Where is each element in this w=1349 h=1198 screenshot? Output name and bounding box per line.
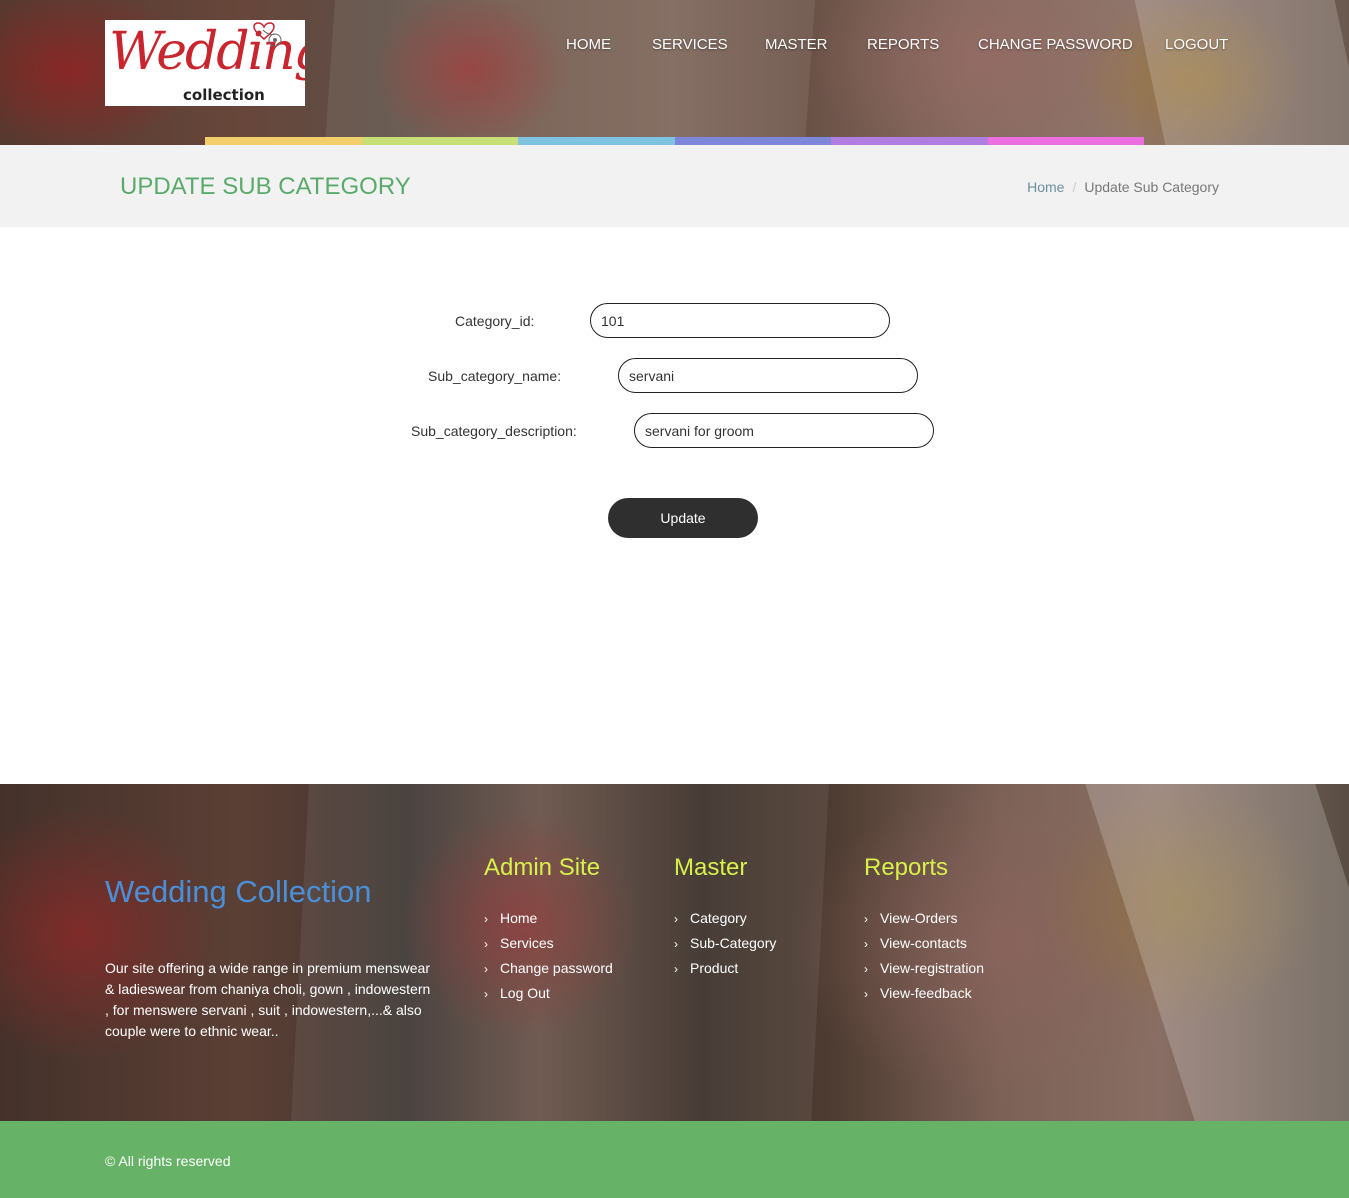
color-segment: [518, 137, 675, 145]
copyright-text: © All rights reserved: [105, 1153, 231, 1169]
footer-master-heading: Master: [674, 854, 748, 881]
header-photo-panel-right: [1134, 0, 1349, 145]
color-segment: [205, 137, 362, 145]
sub-category-description-input[interactable]: [634, 413, 934, 448]
breadcrumb-current: Update Sub Category: [1084, 179, 1219, 195]
header-photo-panel: [324, 0, 816, 145]
footer-link-label: Home: [500, 910, 538, 926]
footer-link-logout[interactable]: › Log Out: [484, 981, 613, 1006]
nav-change-password[interactable]: CHANGE PASSWORD: [978, 36, 1133, 53]
footer-link-label: View-registration: [880, 960, 985, 976]
chevron-right-icon: ›: [484, 912, 488, 926]
update-button[interactable]: Update: [608, 498, 758, 538]
footer-link-change-password[interactable]: › Change password: [484, 956, 613, 981]
chevron-right-icon: ›: [864, 937, 868, 951]
footer-link-label: View-contacts: [880, 935, 967, 951]
color-segment: [674, 137, 831, 145]
footer-link-home[interactable]: › Home: [484, 906, 613, 931]
chevron-right-icon: ›: [864, 987, 868, 1001]
footer-admin-heading: Admin Site: [484, 854, 601, 881]
footer-link-label: Services: [500, 935, 554, 951]
page-title-bar: UPDATE SUB CATEGORY Home / Update Sub Cate…: [0, 145, 1349, 227]
footer-brand: Wedding Collection: [105, 874, 372, 909]
footer-link-sub-category[interactable]: › Sub-Category: [674, 931, 776, 956]
nav-logout[interactable]: LOGOUT: [1165, 36, 1228, 53]
breadcrumb-separator: /: [1072, 179, 1077, 195]
sub-category-description-label: Sub_category_description:: [411, 423, 577, 439]
color-segment: [361, 137, 518, 145]
color-segment: [987, 137, 1144, 145]
logo-flourish-icon: [262, 29, 282, 47]
footer-link-services[interactable]: › Services: [484, 931, 613, 956]
footer-master-list: › Category › Sub-Category › Product: [674, 906, 776, 981]
category-id-label: Category_id:: [455, 313, 535, 329]
breadcrumb-home-link[interactable]: Home: [1027, 179, 1064, 195]
footer-link-label: View-Orders: [880, 910, 958, 926]
page-title: UPDATE SUB CATEGORY: [120, 173, 411, 200]
category-id-input[interactable]: [590, 303, 890, 338]
footer-link-label: Category: [690, 910, 747, 926]
site-footer: Wedding Collection Our site offering a w…: [0, 784, 1349, 1121]
breadcrumb: Home / Update Sub Category: [1027, 179, 1219, 195]
chevron-right-icon: ›: [484, 987, 488, 1001]
chevron-right-icon: ›: [864, 912, 868, 926]
chevron-right-icon: ›: [864, 962, 868, 976]
site-logo[interactable]: Wedding collection: [105, 20, 305, 106]
chevron-right-icon: ›: [484, 962, 488, 976]
chevron-right-icon: ›: [484, 937, 488, 951]
footer-reports-column: Reports › View-Orders › View-contacts › Vie…: [864, 854, 984, 1006]
nav-home[interactable]: HOME: [566, 36, 611, 53]
footer-reports-heading: Reports: [864, 854, 949, 881]
nav-services[interactable]: SERVICES: [652, 36, 728, 53]
footer-link-label: Product: [690, 960, 739, 976]
sub-category-name-input[interactable]: [618, 358, 918, 393]
footer-admin-list: › Home › Services › Change password › Log Ou…: [484, 906, 613, 1006]
footer-link-product[interactable]: › Product: [674, 956, 776, 981]
color-segment: [831, 137, 988, 145]
logo-sub-text: collection: [183, 86, 265, 104]
footer-master-column: Master › Category › Sub-Category › Product: [674, 854, 776, 981]
footer-link-category[interactable]: › Category: [674, 906, 776, 931]
footer-link-view-contacts[interactable]: › View-contacts: [864, 931, 984, 956]
chevron-right-icon: ›: [674, 937, 678, 951]
footer-link-view-feedback[interactable]: › View-feedback: [864, 981, 984, 1006]
footer-admin-column: Admin Site › Home › Services › Change passw…: [484, 854, 613, 1006]
footer-link-label: Sub-Category: [690, 935, 777, 951]
footer-description: Our site offering a wide range in premiu…: [105, 960, 431, 1039]
nav-master[interactable]: MASTER: [765, 36, 828, 53]
footer-link-label: Log Out: [500, 985, 550, 1001]
nav-reports[interactable]: REPORTS: [867, 36, 939, 53]
chevron-right-icon: ›: [674, 962, 678, 976]
footer-link-view-registration[interactable]: › View-registration: [864, 956, 984, 981]
site-header: Wedding collection HOME SERVICES MASTER …: [0, 0, 1349, 145]
footer-link-label: Change password: [500, 960, 613, 976]
copyright-bar: © All rights reserved: [0, 1121, 1349, 1198]
header-color-bar: [205, 137, 1144, 145]
footer-link-view-orders[interactable]: › View-Orders: [864, 906, 984, 931]
sub-category-name-label: Sub_category_name:: [428, 368, 562, 384]
footer-link-label: View-feedback: [880, 985, 972, 1001]
chevron-right-icon: ›: [674, 912, 678, 926]
footer-reports-list: › View-Orders › View-contacts › View-regist…: [864, 906, 984, 1006]
